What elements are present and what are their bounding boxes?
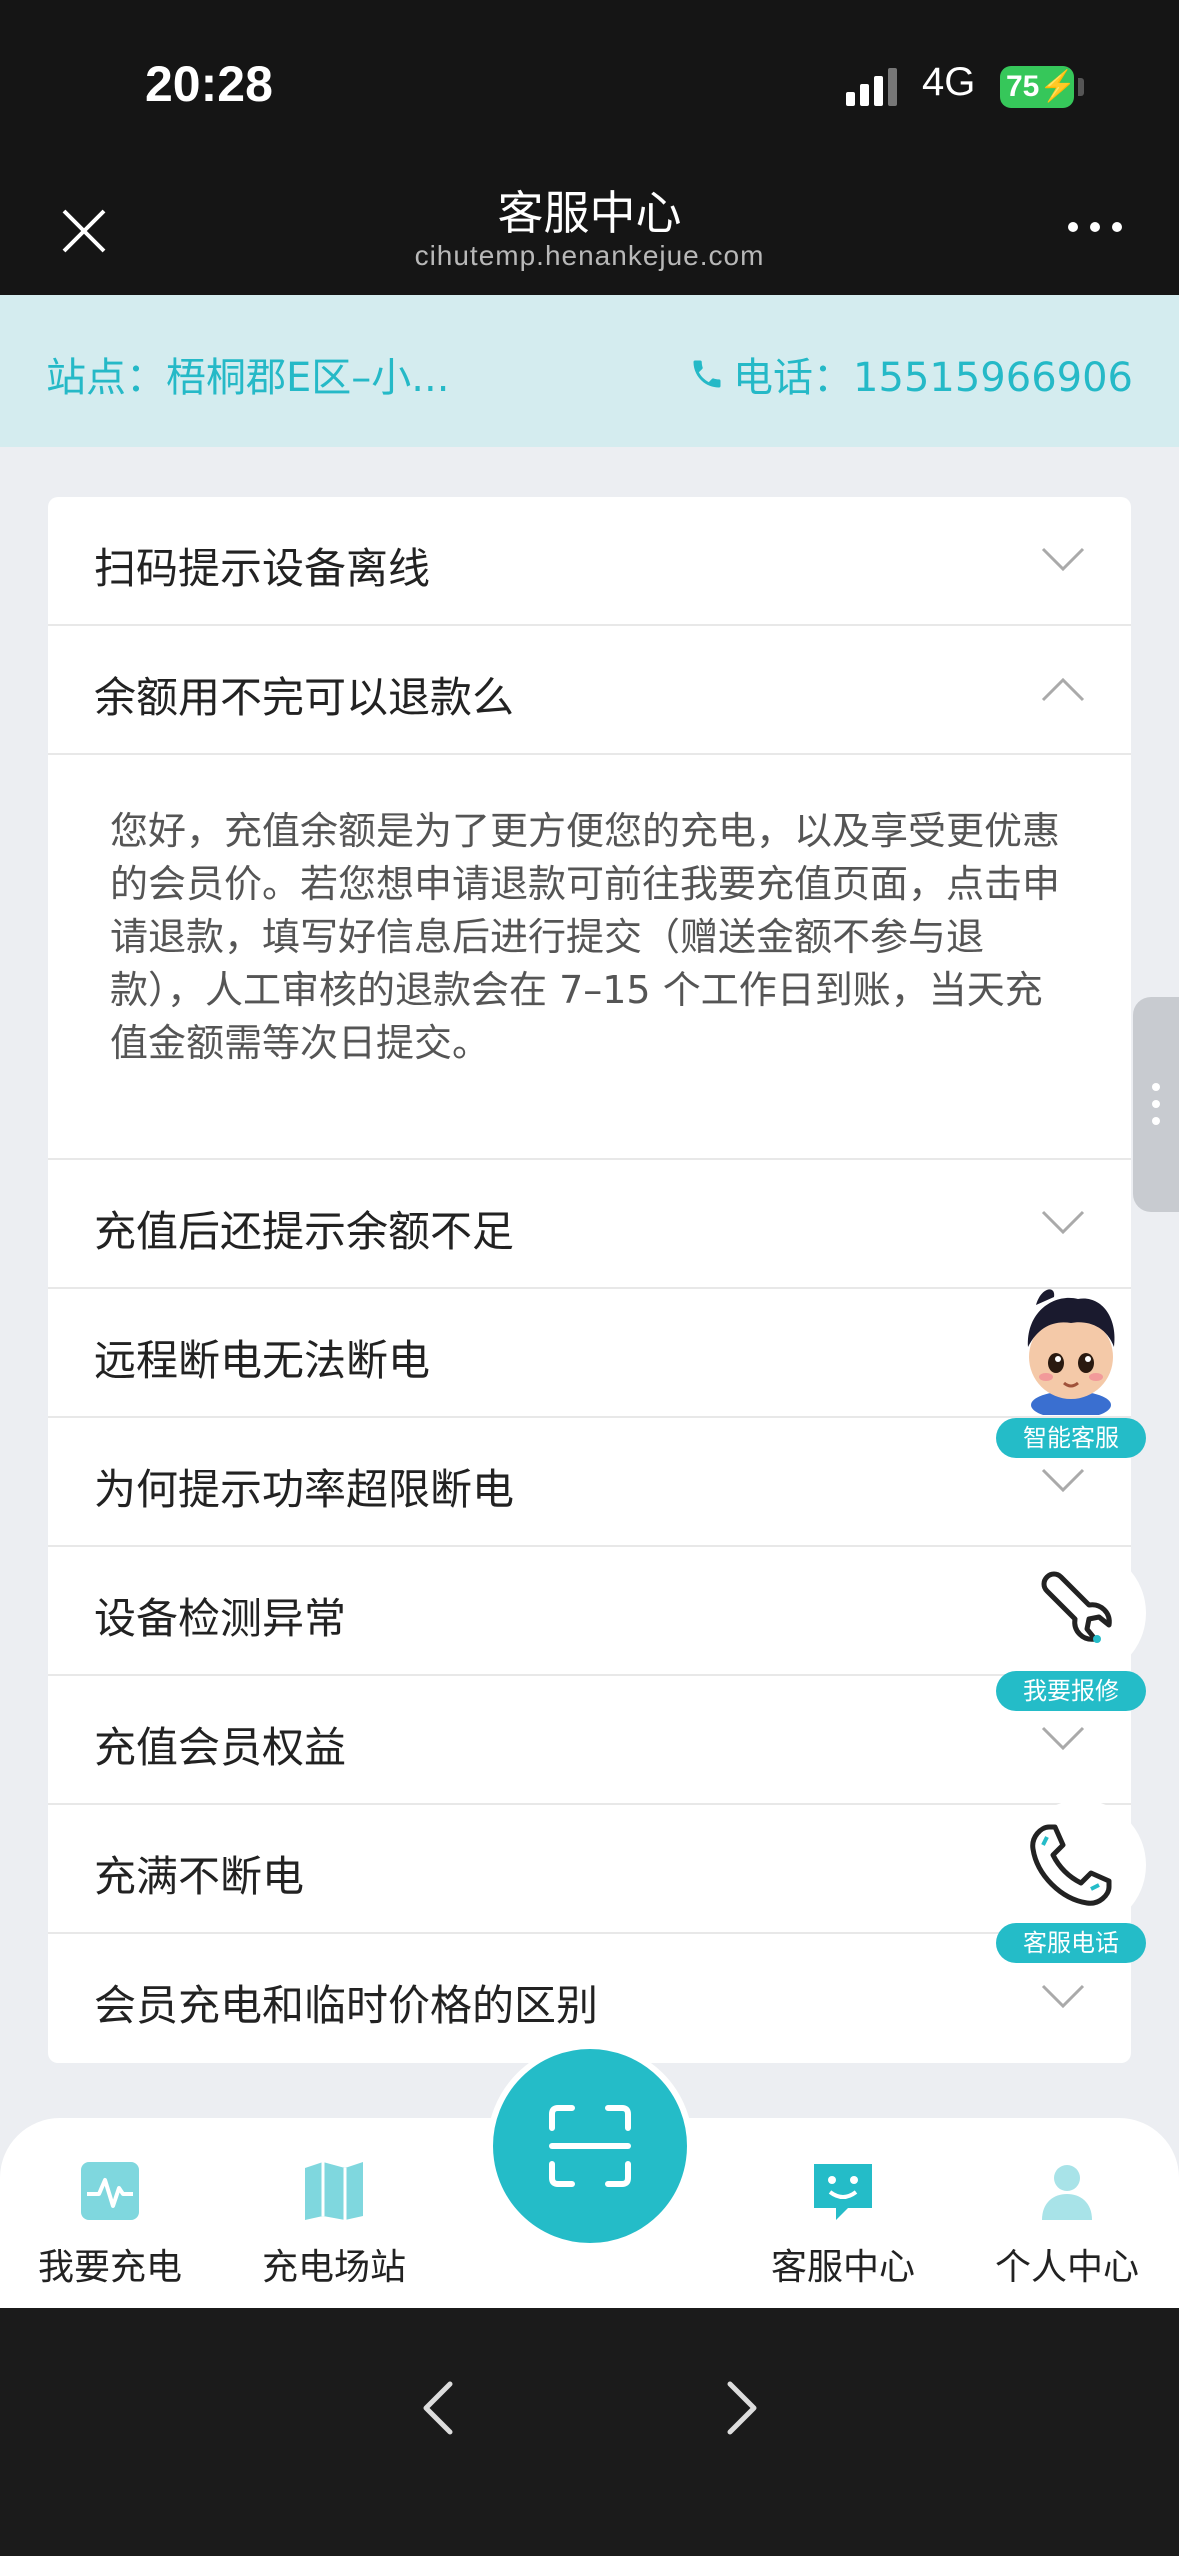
service-phone-button[interactable]: 客服电话 <box>996 1800 1146 1965</box>
battery-level: 75 <box>1006 70 1040 103</box>
faq-item[interactable]: 充值后还提示余额不足 <box>48 1160 1131 1289</box>
ai-service-button[interactable]: 智能客服 <box>996 1285 1146 1460</box>
status-time: 20:28 <box>145 56 273 112</box>
faq-item[interactable]: 远程断电无法断电 <box>48 1289 1131 1418</box>
phone-number: 电话：15515966906 <box>733 355 1133 401</box>
chat-smile-icon <box>814 2164 872 2220</box>
faq-answer-text: 您好，充值余额是为了更方便您的充电，以及享受更优惠的会员价。若您想申请退款可前往… <box>110 809 1061 1065</box>
tab-service-label: 客服中心 <box>770 2247 915 2288</box>
chevron-down-icon <box>1041 1210 1085 1235</box>
chevron-up-icon <box>1041 677 1085 702</box>
faq-question: 充值会员权益 <box>94 1723 347 1772</box>
faq-question: 充值后还提示余额不足 <box>94 1207 515 1256</box>
faq-list: 扫码提示设备离线 余额用不完可以退款么 您好，充值余额是为了更方便您的充电，以及… <box>48 497 1131 2063</box>
service-phone-label: 客服电话 <box>996 1923 1146 1963</box>
station-info-bar: 站点：梧桐郡E区–小... 电话：15515966906 <box>0 295 1179 447</box>
charging-bolt-icon: ⚡ <box>1039 70 1077 103</box>
scan-icon <box>549 2105 631 2187</box>
browser-toolbar <box>0 2308 1179 2556</box>
battery-indicator: 75⚡ <box>1000 66 1077 108</box>
phone-link[interactable]: 电话：15515966906 <box>689 345 1133 403</box>
faq-question: 远程断电无法断电 <box>94 1336 431 1385</box>
chevron-down-icon <box>1041 1468 1085 1493</box>
faq-item[interactable]: 充值会员权益 <box>48 1676 1131 1805</box>
scan-button[interactable] <box>487 2043 693 2249</box>
mascot-avatar-icon <box>1027 1289 1115 1415</box>
faq-item[interactable]: 设备检测异常 <box>48 1547 1131 1676</box>
wrench-icon <box>1041 1571 1112 1643</box>
repair-label: 我要报修 <box>996 1671 1146 1711</box>
faq-question: 为何提示功率超限断电 <box>94 1465 515 1514</box>
tab-charge[interactable]: 我要充电 <box>10 2158 210 2290</box>
network-type: 4G <box>922 60 976 104</box>
side-drawer-handle[interactable] <box>1133 997 1179 1212</box>
phone-icon <box>693 360 721 388</box>
chevron-down-icon <box>1041 547 1085 572</box>
tab-profile-label: 个人中心 <box>994 2247 1139 2288</box>
vertical-dots-icon <box>1152 1083 1160 1125</box>
faq-question: 扫码提示设备离线 <box>94 544 431 593</box>
pulse-icon <box>81 2162 139 2220</box>
battery-cap <box>1078 78 1084 96</box>
nav-bar: 客服中心 cihutemp.henankejue.com <box>0 165 1179 295</box>
user-icon <box>1042 2165 1092 2220</box>
faq-item[interactable]: 余额用不完可以退款么 <box>48 626 1131 755</box>
tab-stations-label: 充电场站 <box>261 2247 406 2288</box>
status-bar: 20:28 4G 75⚡ <box>0 0 1179 165</box>
page-title: 客服中心 <box>497 186 682 240</box>
forward-arrow-icon[interactable] <box>722 2378 762 2438</box>
chevron-down-icon <box>1041 1726 1085 1751</box>
faq-answer: 您好，充值余额是为了更方便您的充电，以及享受更优惠的会员价。若您想申请退款可前往… <box>48 755 1131 1160</box>
faq-question: 会员充电和临时价格的区别 <box>94 1981 599 2030</box>
faq-question: 设备检测异常 <box>94 1594 347 1643</box>
tab-service[interactable]: 客服中心 <box>743 2158 943 2290</box>
tab-charge-label: 我要充电 <box>37 2247 182 2288</box>
tab-profile[interactable]: 个人中心 <box>967 2158 1167 2290</box>
page-url: cihutemp.henankejue.com <box>414 240 765 271</box>
faq-question: 余额用不完可以退款么 <box>94 673 515 722</box>
faq-item[interactable]: 扫码提示设备离线 <box>48 497 1131 626</box>
phone-handset-icon <box>1030 1824 1112 1906</box>
ai-service-label: 智能客服 <box>996 1418 1146 1458</box>
chevron-down-icon <box>1041 1984 1085 2009</box>
more-icon[interactable] <box>1065 217 1125 237</box>
faq-item[interactable]: 充满不断电 <box>48 1805 1131 1934</box>
back-arrow-icon[interactable] <box>418 2378 458 2438</box>
station-name[interactable]: 站点：梧桐郡E区–小... <box>46 345 449 403</box>
map-icon <box>305 2162 363 2220</box>
tab-stations[interactable]: 充电场站 <box>234 2158 434 2290</box>
signal-icon <box>846 68 897 106</box>
faq-question: 充满不断电 <box>94 1852 305 1901</box>
faq-item[interactable]: 为何提示功率超限断电 <box>48 1418 1131 1547</box>
repair-button[interactable]: 我要报修 <box>996 1548 1146 1713</box>
